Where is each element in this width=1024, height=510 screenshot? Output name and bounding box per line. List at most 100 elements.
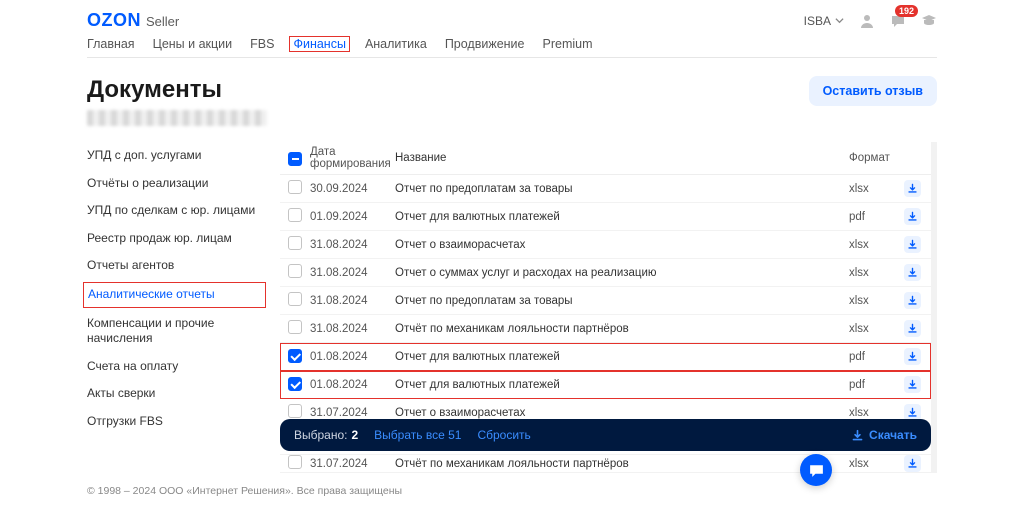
row-format: xlsx (849, 239, 901, 251)
table-row: 31.07.2024Отчёт по механикам лояльности … (280, 455, 931, 473)
row-date: 01.09.2024 (310, 211, 395, 223)
row-date: 01.08.2024 (310, 351, 395, 363)
sidebar-item[interactable]: Аналитические отчеты (83, 282, 266, 308)
table-row: 01.09.2024Отчет для валютных платежейpdf (280, 203, 931, 231)
row-name: Отчет для валютных платежей (395, 211, 849, 223)
row-checkbox[interactable] (288, 292, 302, 306)
row-name: Отчет по предоплатам за товары (395, 183, 849, 195)
row-checkbox[interactable] (288, 208, 302, 222)
download-icon[interactable] (904, 348, 921, 365)
download-icon[interactable] (904, 236, 921, 253)
download-icon[interactable] (904, 292, 921, 309)
nav: Главная Цены и акции FBS Финансы Аналитика Пр… (87, 37, 937, 58)
download-selected-button[interactable]: Скачать (851, 428, 917, 442)
reset-link[interactable]: Сбросить (477, 428, 530, 442)
logo: OZON (87, 10, 141, 31)
page-title: Документы (87, 76, 222, 104)
review-button[interactable]: Оставить отзыв (809, 76, 937, 106)
selected-count: 2 (351, 428, 358, 442)
education-icon[interactable] (920, 12, 937, 29)
download-icon[interactable] (904, 376, 921, 393)
row-date: 31.07.2024 (310, 458, 395, 470)
row-name: Отчет о взаиморасчетах (395, 239, 849, 251)
chevron-down-icon (835, 16, 844, 25)
sidebar-item[interactable]: Акты сверки (87, 380, 262, 408)
row-date: 31.08.2024 (310, 267, 395, 279)
download-icon[interactable] (904, 455, 921, 472)
nav-item[interactable]: Продвижение (445, 37, 525, 51)
col-date: Дата формирования (310, 146, 395, 170)
row-date: 30.09.2024 (310, 183, 395, 195)
nav-item[interactable]: Аналитика (365, 37, 427, 51)
row-checkbox[interactable] (288, 377, 302, 391)
row-date: 31.08.2024 (310, 239, 395, 251)
sidebar-item[interactable]: Отчёты о реализации (87, 170, 262, 198)
selected-label: Выбрано: (294, 428, 347, 442)
row-checkbox[interactable] (288, 455, 302, 469)
row-format: xlsx (849, 407, 901, 419)
table-row: 31.08.2024Отчет по предоплатам за товары… (280, 287, 931, 315)
table-header: Дата формирования Название Формат (280, 142, 931, 175)
nav-item[interactable]: Цены и акции (153, 37, 233, 51)
selection-bar: Выбрано: 2 Выбрать все 51 Сбросить Скача… (280, 419, 931, 451)
row-name: Отчет для валютных платежей (395, 379, 849, 391)
seller-label: Seller (146, 14, 179, 29)
brand[interactable]: OZON Seller (87, 10, 179, 31)
table-row: 31.08.2024Отчет о взаиморасчетахxlsx (280, 231, 931, 259)
row-format: pdf (849, 351, 901, 363)
row-name: Отчет о суммах услуг и расходах на реали… (395, 267, 849, 279)
nav-item[interactable]: FBS (250, 37, 274, 51)
header-checkbox[interactable] (288, 152, 302, 166)
sidebar-item[interactable]: УПД с доп. услугами (87, 142, 262, 170)
nav-item[interactable]: Главная (87, 37, 135, 51)
sidebar-item[interactable]: Отгрузки FBS (87, 408, 262, 436)
user-id: ISBA (804, 14, 831, 28)
row-format: pdf (849, 379, 901, 391)
user-menu[interactable]: ISBA (804, 14, 844, 28)
chat-fab[interactable] (800, 454, 832, 486)
notification-badge: 192 (895, 5, 918, 17)
download-icon[interactable] (904, 264, 921, 281)
row-name: Отчет о взаиморасчетах (395, 407, 849, 419)
download-icon[interactable] (904, 180, 921, 197)
row-format: pdf (849, 211, 901, 223)
col-name: Название (395, 152, 849, 164)
download-icon[interactable] (904, 320, 921, 337)
row-checkbox[interactable] (288, 404, 302, 418)
row-checkbox[interactable] (288, 349, 302, 363)
row-date: 31.07.2024 (310, 407, 395, 419)
row-checkbox[interactable] (288, 180, 302, 194)
row-format: xlsx (849, 267, 901, 279)
nav-item[interactable]: Финансы (289, 36, 349, 52)
nav-item[interactable]: Premium (543, 37, 593, 51)
sidebar-item[interactable]: Отчеты агентов (87, 252, 262, 280)
row-checkbox[interactable] (288, 320, 302, 334)
select-all-link[interactable]: Выбрать все 51 (374, 428, 461, 442)
sidebar-item[interactable]: УПД по сделкам с юр. лицами (87, 197, 262, 225)
table-row: 31.08.2024Отчет о суммах услуг и расхода… (280, 259, 931, 287)
table-row: 30.09.2024Отчет по предоплатам за товары… (280, 175, 931, 203)
row-format: xlsx (849, 295, 901, 307)
row-format: xlsx (849, 458, 901, 470)
row-date: 01.08.2024 (310, 379, 395, 391)
row-format: xlsx (849, 183, 901, 195)
table-row: 01.08.2024Отчет для валютных платежейpdf (280, 343, 931, 371)
row-date: 31.08.2024 (310, 295, 395, 307)
row-checkbox[interactable] (288, 236, 302, 250)
row-checkbox[interactable] (288, 264, 302, 278)
sidebar-item[interactable]: Компенсации и прочие начисления (87, 310, 262, 353)
row-format: xlsx (849, 323, 901, 335)
row-date: 31.08.2024 (310, 323, 395, 335)
col-format: Формат (849, 152, 901, 164)
person-icon[interactable] (858, 12, 875, 29)
download-icon[interactable] (904, 208, 921, 225)
subtitle-blurred (87, 110, 267, 126)
chat-icon[interactable]: 192 (889, 12, 906, 29)
row-name: Отчёт по механикам лояльности партнёров (395, 323, 849, 335)
sidebar-item[interactable]: Счета на оплату (87, 353, 262, 381)
table-row: 01.08.2024Отчет для валютных платежейpdf (280, 371, 931, 399)
sidebar: УПД с доп. услугамиОтчёты о реализацииУП… (87, 142, 262, 473)
sidebar-item[interactable]: Реестр продаж юр. лицам (87, 225, 262, 253)
row-name: Отчет по предоплатам за товары (395, 295, 849, 307)
row-name: Отчет для валютных платежей (395, 351, 849, 363)
